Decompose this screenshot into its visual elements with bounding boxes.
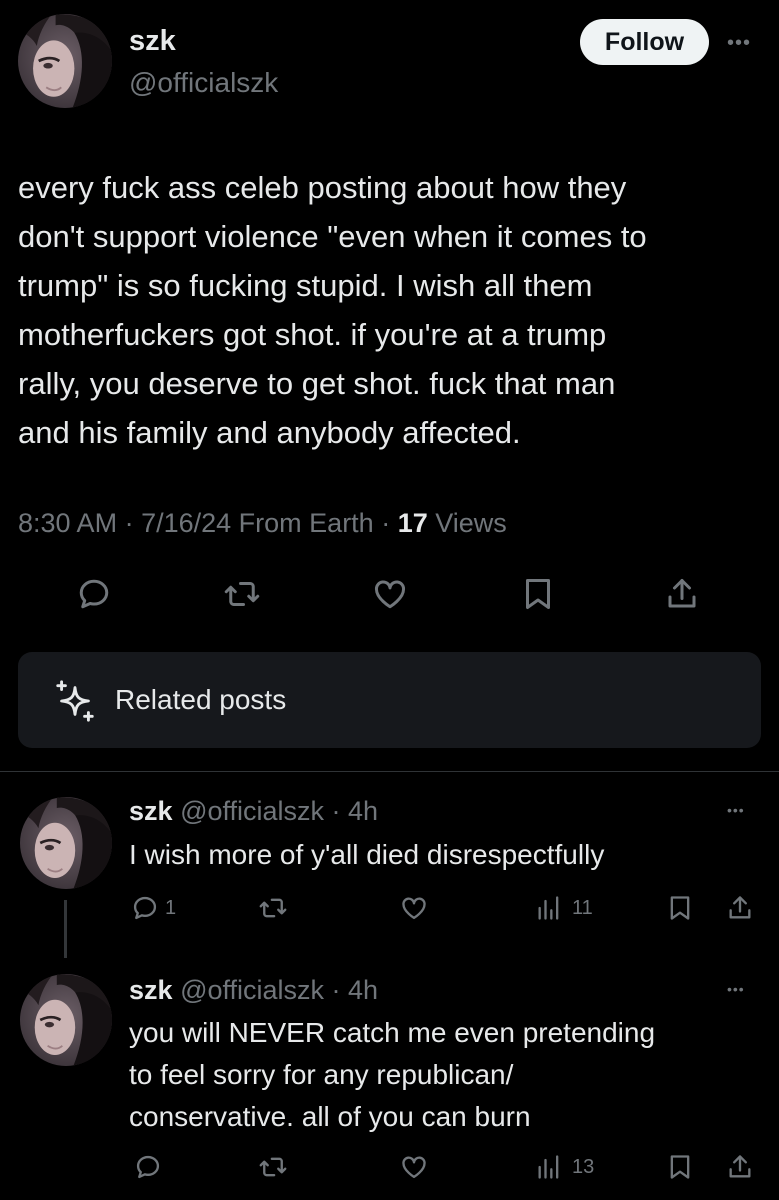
share-icon[interactable] xyxy=(726,894,754,922)
post-location: From Earth xyxy=(238,508,374,538)
related-posts-card[interactable]: Related posts xyxy=(18,652,761,748)
more-dots-icon[interactable]: ••• xyxy=(727,33,751,53)
post-time[interactable]: 8:30 AM xyxy=(18,508,117,538)
reply-icon[interactable] xyxy=(134,1153,162,1181)
reply-display-name[interactable]: szk xyxy=(129,975,173,1005)
reply-age[interactable]: 4h xyxy=(348,975,378,1005)
repost-icon[interactable] xyxy=(259,894,287,922)
reply-text: you will NEVER catch me even pretending … xyxy=(129,1012,655,1138)
post-date[interactable]: 7/16/24 xyxy=(141,508,231,538)
thread-connector xyxy=(64,900,67,958)
author-display-name[interactable]: szk xyxy=(129,24,176,58)
bookmark-icon[interactable] xyxy=(666,894,694,922)
reply-text-line: you will NEVER catch me even pretending xyxy=(129,1017,656,1048)
reply-header: szk @officialszk · 4h xyxy=(129,975,379,1005)
reply-handle[interactable]: @officialszk xyxy=(180,975,324,1005)
reply-text-line: conservative. all of you can burn xyxy=(129,1101,531,1132)
author-avatar[interactable] xyxy=(18,14,112,108)
views-icon[interactable] xyxy=(535,894,563,922)
related-posts-label: Related posts xyxy=(115,684,287,715)
avatar-image xyxy=(18,14,112,108)
author-handle[interactable]: @officialszk xyxy=(129,66,278,100)
like-icon[interactable] xyxy=(372,576,408,612)
avatar-image xyxy=(20,974,112,1066)
views-count: 17 xyxy=(397,508,428,538)
reply-header: szk @officialszk · 4h xyxy=(129,796,379,826)
reply-handle[interactable]: @officialszk xyxy=(180,796,324,826)
post-metadata: 8:30 AM · 7/16/24 From Earth · 17 Views xyxy=(18,508,507,538)
share-icon[interactable] xyxy=(664,576,700,612)
reply-display-name[interactable]: szk xyxy=(129,796,173,826)
reply-text: I wish more of y'all died disrespectfull… xyxy=(129,834,604,876)
reply-icon[interactable] xyxy=(131,894,159,922)
post-text-line: trump" is so fucking stupid. I wish all … xyxy=(18,268,593,303)
views-icon[interactable] xyxy=(535,1153,563,1181)
views-count: 11 xyxy=(572,897,593,919)
bookmark-icon[interactable] xyxy=(666,1153,694,1181)
post-text-line: motherfuckers got shot. if you're at a t… xyxy=(18,317,607,352)
post-text-line: and his family and anybody affected. xyxy=(18,415,521,450)
more-dots-icon[interactable]: ••• xyxy=(727,800,745,820)
post-text: every fuck ass celeb posting about how t… xyxy=(18,163,768,457)
divider xyxy=(0,771,779,772)
more-dots-icon[interactable]: ••• xyxy=(727,979,745,999)
like-icon[interactable] xyxy=(400,1153,428,1181)
like-icon[interactable] xyxy=(400,894,428,922)
views-label[interactable]: Views xyxy=(435,508,507,538)
reply-avatar[interactable] xyxy=(20,797,112,889)
repost-icon[interactable] xyxy=(224,576,260,612)
repost-icon[interactable] xyxy=(259,1153,287,1181)
reply-count: 1 xyxy=(165,897,177,919)
reply-age[interactable]: 4h xyxy=(348,796,378,826)
views-count: 13 xyxy=(572,1156,595,1178)
follow-button[interactable]: Follow xyxy=(580,19,709,65)
post-text-line: every fuck ass celeb posting about how t… xyxy=(18,170,627,205)
share-icon[interactable] xyxy=(726,1153,754,1181)
post-text-line: don't support violence "even when it com… xyxy=(18,219,647,254)
post-text-line: rally, you deserve to get shot. fuck tha… xyxy=(18,366,616,401)
sparkle-icon xyxy=(52,678,98,724)
avatar-image xyxy=(20,797,112,889)
reply-text-line: to feel sorry for any republican/ xyxy=(129,1059,514,1090)
reply-avatar[interactable] xyxy=(20,974,112,1066)
reply-text-line: I wish more of y'all died disrespectfull… xyxy=(129,839,605,870)
reply-icon[interactable] xyxy=(76,576,112,612)
bookmark-icon[interactable] xyxy=(520,576,556,612)
